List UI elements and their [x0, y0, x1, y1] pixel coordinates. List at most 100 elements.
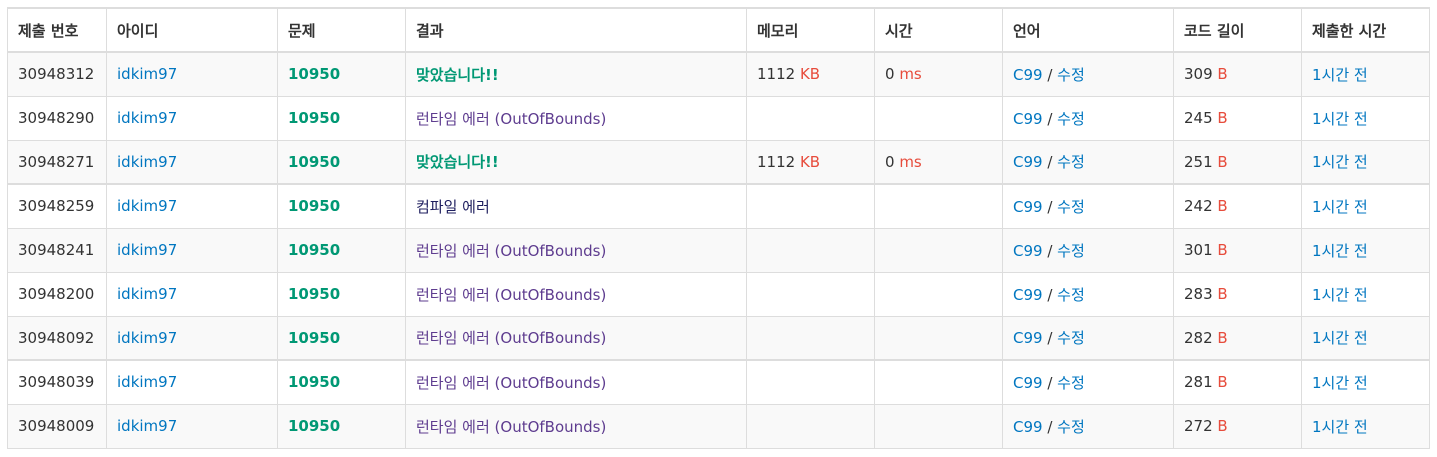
time-unit: ms: [899, 152, 922, 171]
submitted-time-link[interactable]: 1시간 전: [1312, 198, 1368, 216]
cell-code-length: 281 B: [1173, 359, 1302, 405]
problem-link[interactable]: 10950: [288, 197, 340, 215]
submitted-time-link[interactable]: 1시간 전: [1312, 242, 1368, 260]
edit-link[interactable]: 수정: [1057, 374, 1085, 392]
cell-submitted-time: 1시간 전: [1301, 227, 1430, 273]
cell-submitted-time: 1시간 전: [1301, 139, 1430, 185]
result-rte: 런타임 에러 (OutOfBounds): [416, 285, 607, 304]
code-length-unit: B: [1217, 241, 1228, 259]
cell-submission-id: 30948312: [7, 51, 107, 97]
language-separator: /: [1042, 241, 1058, 260]
user-link[interactable]: idkim97: [117, 197, 177, 215]
cell-code-length: 251 B: [1173, 139, 1302, 185]
cell-result: 런타임 에러 (OutOfBounds): [405, 95, 747, 141]
language-link[interactable]: C99: [1013, 198, 1043, 216]
submitted-time-link[interactable]: 1시간 전: [1312, 286, 1368, 304]
table-row: 30948312 idkim97 10950 맞았습니다!! 1112 KB 0 ms C9…: [7, 51, 1430, 97]
problem-link[interactable]: 10950: [288, 65, 340, 83]
problem-link[interactable]: 10950: [288, 109, 340, 127]
cell-user-id: idkim97: [106, 271, 278, 317]
code-length-unit: B: [1217, 152, 1228, 171]
cell-memory: [746, 403, 875, 449]
language-link[interactable]: C99: [1013, 418, 1043, 436]
result-ce[interactable]: 컴파일 에러: [416, 198, 490, 216]
edit-link[interactable]: 수정: [1057, 110, 1085, 128]
cell-user-id: idkim97: [106, 403, 278, 449]
cell-problem: 10950: [277, 403, 406, 449]
user-link[interactable]: idkim97: [117, 373, 177, 391]
language-link[interactable]: C99: [1013, 242, 1043, 260]
user-link[interactable]: idkim97: [117, 65, 177, 83]
cell-problem: 10950: [277, 51, 406, 97]
result-rte: 런타임 에러 (OutOfBounds): [416, 373, 607, 392]
language-link[interactable]: C99: [1013, 153, 1043, 171]
cell-submission-id: 30948290: [7, 95, 107, 141]
cell-language: C99 / 수정: [1002, 95, 1174, 141]
problem-link[interactable]: 10950: [288, 417, 340, 435]
cell-memory: [746, 271, 875, 317]
submitted-time-link[interactable]: 1시간 전: [1312, 374, 1368, 392]
table-header-row: 제출 번호 아이디 문제 결과 메모리 시간 언어 코드 길이 제출한 시간: [7, 7, 1430, 53]
submission-id: 30948009: [18, 417, 95, 435]
edit-link[interactable]: 수정: [1057, 418, 1085, 436]
cell-time: 0 ms: [874, 139, 1003, 185]
submitted-time-link[interactable]: 1시간 전: [1312, 66, 1368, 84]
cell-language: C99 / 수정: [1002, 183, 1174, 229]
edit-link[interactable]: 수정: [1057, 286, 1085, 304]
language-link[interactable]: C99: [1013, 286, 1043, 304]
cell-problem: 10950: [277, 183, 406, 229]
submission-id: 30948200: [18, 285, 95, 303]
submitted-time-link[interactable]: 1시간 전: [1312, 153, 1368, 171]
cell-result: 맞았습니다!!: [405, 139, 747, 185]
problem-link[interactable]: 10950: [288, 373, 340, 391]
cell-submission-id: 30948039: [7, 359, 107, 405]
cell-submission-id: 30948009: [7, 403, 107, 449]
table-row: 30948271 idkim97 10950 맞았습니다!! 1112 KB 0 ms C9…: [7, 139, 1430, 185]
cell-result: 런타임 에러 (OutOfBounds): [405, 271, 747, 317]
cell-user-id: idkim97: [106, 95, 278, 141]
code-length-value: 272: [1184, 417, 1218, 435]
user-link[interactable]: idkim97: [117, 109, 177, 127]
code-length-value: 251: [1184, 152, 1218, 171]
submitted-time-link[interactable]: 1시간 전: [1312, 329, 1368, 347]
language-link[interactable]: C99: [1013, 329, 1043, 347]
user-link[interactable]: idkim97: [117, 241, 177, 259]
edit-link[interactable]: 수정: [1057, 242, 1085, 260]
language-link[interactable]: C99: [1013, 66, 1043, 84]
cell-language: C99 / 수정: [1002, 227, 1174, 273]
cell-problem: 10950: [277, 271, 406, 317]
problem-link[interactable]: 10950: [288, 153, 340, 171]
cell-language: C99 / 수정: [1002, 51, 1174, 97]
cell-submission-id: 30948271: [7, 139, 107, 185]
cell-problem: 10950: [277, 227, 406, 273]
cell-problem: 10950: [277, 139, 406, 185]
problem-link[interactable]: 10950: [288, 329, 340, 347]
cell-code-length: 309 B: [1173, 51, 1302, 97]
problem-link[interactable]: 10950: [288, 241, 340, 259]
edit-link[interactable]: 수정: [1057, 66, 1085, 84]
submission-id: 30948290: [18, 109, 95, 127]
submission-id: 30948092: [18, 328, 95, 347]
cell-time: [874, 183, 1003, 229]
table-row: 30948092 idkim97 10950 런타임 에러 (OutOfBounds)…: [7, 315, 1430, 361]
user-link[interactable]: idkim97: [117, 285, 177, 303]
cell-submitted-time: 1시간 전: [1301, 359, 1430, 405]
edit-link[interactable]: 수정: [1057, 198, 1085, 216]
cell-memory: 1112 KB: [746, 139, 875, 185]
cell-code-length: 242 B: [1173, 183, 1302, 229]
result-rte: 런타임 에러 (OutOfBounds): [416, 417, 607, 436]
code-length-value: 245: [1184, 109, 1218, 127]
user-link[interactable]: idkim97: [117, 417, 177, 435]
user-link[interactable]: idkim97: [117, 153, 177, 171]
problem-link[interactable]: 10950: [288, 285, 340, 303]
edit-link[interactable]: 수정: [1057, 329, 1085, 347]
user-link[interactable]: idkim97: [117, 329, 177, 347]
submitted-time-link[interactable]: 1시간 전: [1312, 418, 1368, 436]
language-link[interactable]: C99: [1013, 374, 1043, 392]
cell-memory: [746, 315, 875, 361]
cell-problem: 10950: [277, 95, 406, 141]
cell-result: 런타임 에러 (OutOfBounds): [405, 359, 747, 405]
language-link[interactable]: C99: [1013, 110, 1043, 128]
edit-link[interactable]: 수정: [1057, 153, 1085, 171]
submitted-time-link[interactable]: 1시간 전: [1312, 110, 1368, 128]
